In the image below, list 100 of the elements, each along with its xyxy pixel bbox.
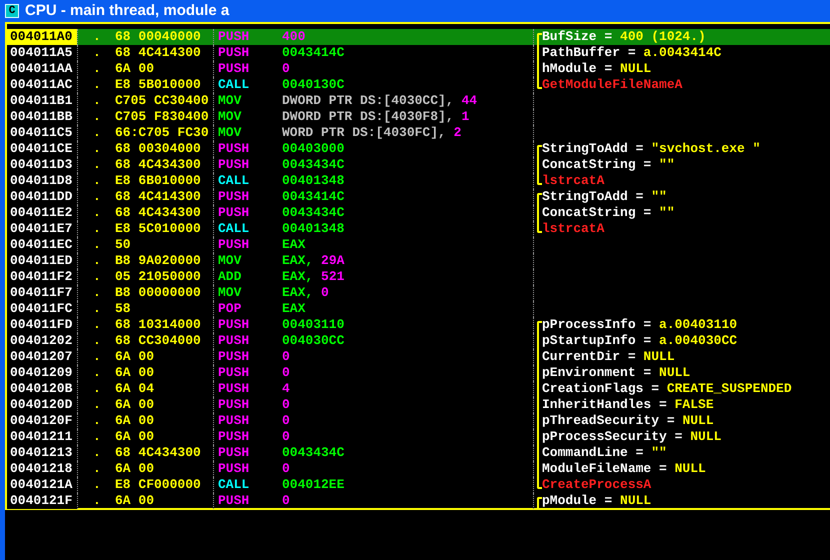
- dot-marker: .: [93, 477, 101, 492]
- operand-text: 400: [282, 29, 306, 44]
- hex-bytes: 68 00304000: [115, 141, 201, 156]
- mnemonic-text: CALL: [218, 477, 250, 492]
- mnemonic-text: MOV: [218, 93, 242, 108]
- mnemonic-text: MOV: [218, 109, 242, 124]
- comment-text: PathBuffer = a.0043414C: [542, 45, 722, 61]
- hex-bytes: E8 5B010000: [115, 77, 201, 92]
- code-row[interactable]: 004011A0 . 68 00040000 PUSH 400 BufSize = 400 (1024.): [7, 29, 830, 45]
- operand-text: EAX, 0: [282, 285, 329, 300]
- window-title: CPU - main thread, module a: [25, 0, 230, 21]
- dot-marker: .: [93, 93, 101, 108]
- hex-bytes: 6A 00: [115, 413, 154, 428]
- hex-bytes: 68 CC304000: [115, 333, 201, 348]
- code-row[interactable]: 004011FC . 58 POP EAX: [7, 301, 830, 317]
- operand-text: 0: [282, 461, 290, 476]
- mnemonic-text: PUSH: [218, 205, 250, 220]
- operand-text: 00401348: [282, 173, 344, 188]
- code-row[interactable]: 004011F2 . 05 21050000 ADD EAX, 521: [7, 269, 830, 285]
- dot-marker: .: [93, 365, 101, 380]
- dot-marker: .: [93, 317, 101, 332]
- comment-text: hModule = NULL: [542, 61, 652, 77]
- dot-marker: .: [93, 285, 101, 300]
- comment-text: BufSize = 400 (1024.): [542, 29, 706, 45]
- mnemonic-text: PUSH: [218, 445, 250, 460]
- dot-marker: .: [93, 269, 101, 284]
- operand-text: EAX: [282, 301, 306, 316]
- dot-marker: .: [93, 221, 101, 236]
- comment-text: CreateProcessA: [542, 477, 652, 493]
- operand-text: 0: [282, 365, 290, 380]
- operand-text: 0040130C: [282, 77, 344, 92]
- mnemonic-text: PUSH: [218, 157, 250, 172]
- hex-bytes: E8 6B010000: [115, 173, 201, 188]
- code-row[interactable]: 004011B1 . C705 CC30400 MOV DWORD PTR DS:[4030CC], 44: [7, 93, 830, 109]
- code-row[interactable]: 0040121A . E8 CF000000 CALL 004012EE CreateProcessA: [7, 477, 830, 493]
- code-row[interactable]: 004011F7 . B8 00000000 MOV EAX, 0: [7, 285, 830, 301]
- code-row[interactable]: 004011AC . E8 5B010000 CALL 0040130C GetModuleFileNameA: [7, 77, 830, 93]
- comment-text: ModuleFileName = NULL: [542, 461, 706, 477]
- hex-bytes: B8 9A020000: [115, 253, 201, 268]
- operand-text: 00403000: [282, 141, 344, 156]
- comment-text: CurrentDir = NULL: [542, 349, 675, 365]
- dot-marker: .: [93, 413, 101, 428]
- operand-text: 004030CC: [282, 333, 344, 348]
- hex-bytes: 68 4C434300: [115, 205, 201, 220]
- operand-text: 00401348: [282, 221, 344, 236]
- mnemonic-text: PUSH: [218, 381, 250, 396]
- mnemonic-text: PUSH: [218, 141, 250, 156]
- hex-bytes: 66:C705 FC30: [115, 125, 209, 140]
- mnemonic-text: PUSH: [218, 29, 250, 44]
- dot-marker: .: [93, 381, 101, 396]
- dot-marker: .: [93, 445, 101, 460]
- code-row[interactable]: 004011E7 . E8 5C010000 CALL 00401348 lstrcatA: [7, 221, 830, 237]
- mnemonic-text: CALL: [218, 77, 250, 92]
- mnemonic-text: MOV: [218, 285, 242, 300]
- comment-text: pProcessInfo = a.00403110: [542, 317, 738, 333]
- hex-bytes: 6A 00: [115, 429, 154, 444]
- code-row[interactable]: 004011ED . B8 9A020000 MOV EAX, 29A: [7, 253, 830, 269]
- address-cell: 0040121F: [7, 493, 77, 509]
- mnemonic-text: PUSH: [218, 333, 250, 348]
- hex-bytes: C705 F830400: [115, 109, 209, 124]
- dot-marker: .: [93, 77, 101, 92]
- hex-bytes: 50: [115, 237, 131, 252]
- comment-text: ConcatString = "": [542, 157, 675, 173]
- comment-text: StringToAdd = "svchost.exe ": [542, 141, 760, 157]
- comment-text: GetModuleFileNameA: [542, 77, 682, 93]
- dot-marker: .: [93, 237, 101, 252]
- dot-marker: .: [93, 301, 101, 316]
- mnemonic-text: ADD: [218, 269, 242, 284]
- code-row[interactable]: 004011BB . C705 F830400 MOV DWORD PTR DS:[4030F8], 1: [7, 109, 830, 125]
- code-row[interactable]: 004011D8 . E8 6B010000 CALL 00401348 lstrcatA: [7, 173, 830, 189]
- hex-bytes: 68 00040000: [115, 29, 201, 44]
- mnemonic-text: CALL: [218, 173, 250, 188]
- hex-bytes: C705 CC30400: [115, 93, 209, 108]
- hex-bytes: B8 00000000: [115, 285, 201, 300]
- comment-text: pEnvironment = NULL: [542, 365, 690, 381]
- hex-bytes: 6A 00: [115, 397, 154, 412]
- dot-marker: .: [93, 333, 101, 348]
- operand-text: 0: [282, 413, 290, 428]
- comment-text: CreationFlags = CREATE_SUSPENDED: [542, 381, 792, 397]
- comment-text: InheritHandles = FALSE: [542, 397, 714, 413]
- dot-marker: .: [93, 493, 101, 508]
- window-icon: C: [5, 4, 19, 18]
- address-cell: 004011A0: [7, 29, 77, 45]
- dot-marker: .: [93, 157, 101, 172]
- mnemonic-text: MOV: [218, 253, 242, 268]
- comment-text: pModule = NULL: [542, 493, 652, 509]
- code-row[interactable]: 004011C5 . 66:C705 FC30 MOV WORD PTR DS:[4030FC], 2: [7, 125, 830, 141]
- mnemonic-text: PUSH: [218, 237, 250, 252]
- comment-text: lstrcatA: [542, 221, 604, 237]
- hex-bytes: 58: [115, 301, 131, 316]
- operand-text: 0043434C: [282, 445, 344, 460]
- dot-marker: .: [93, 189, 101, 204]
- operand-text: 0043434C: [282, 157, 344, 172]
- operand-text: DWORD PTR DS:[4030F8], 1: [282, 109, 470, 124]
- hex-bytes: 68 4C414300: [115, 45, 201, 60]
- mnemonic-text: PUSH: [218, 189, 250, 204]
- comment-text: CommandLine = "": [542, 445, 667, 461]
- code-row[interactable]: 004011EC . 50 PUSH EAX: [7, 237, 830, 253]
- dot-marker: .: [93, 429, 101, 444]
- hex-bytes: 68 4C434300: [115, 157, 201, 172]
